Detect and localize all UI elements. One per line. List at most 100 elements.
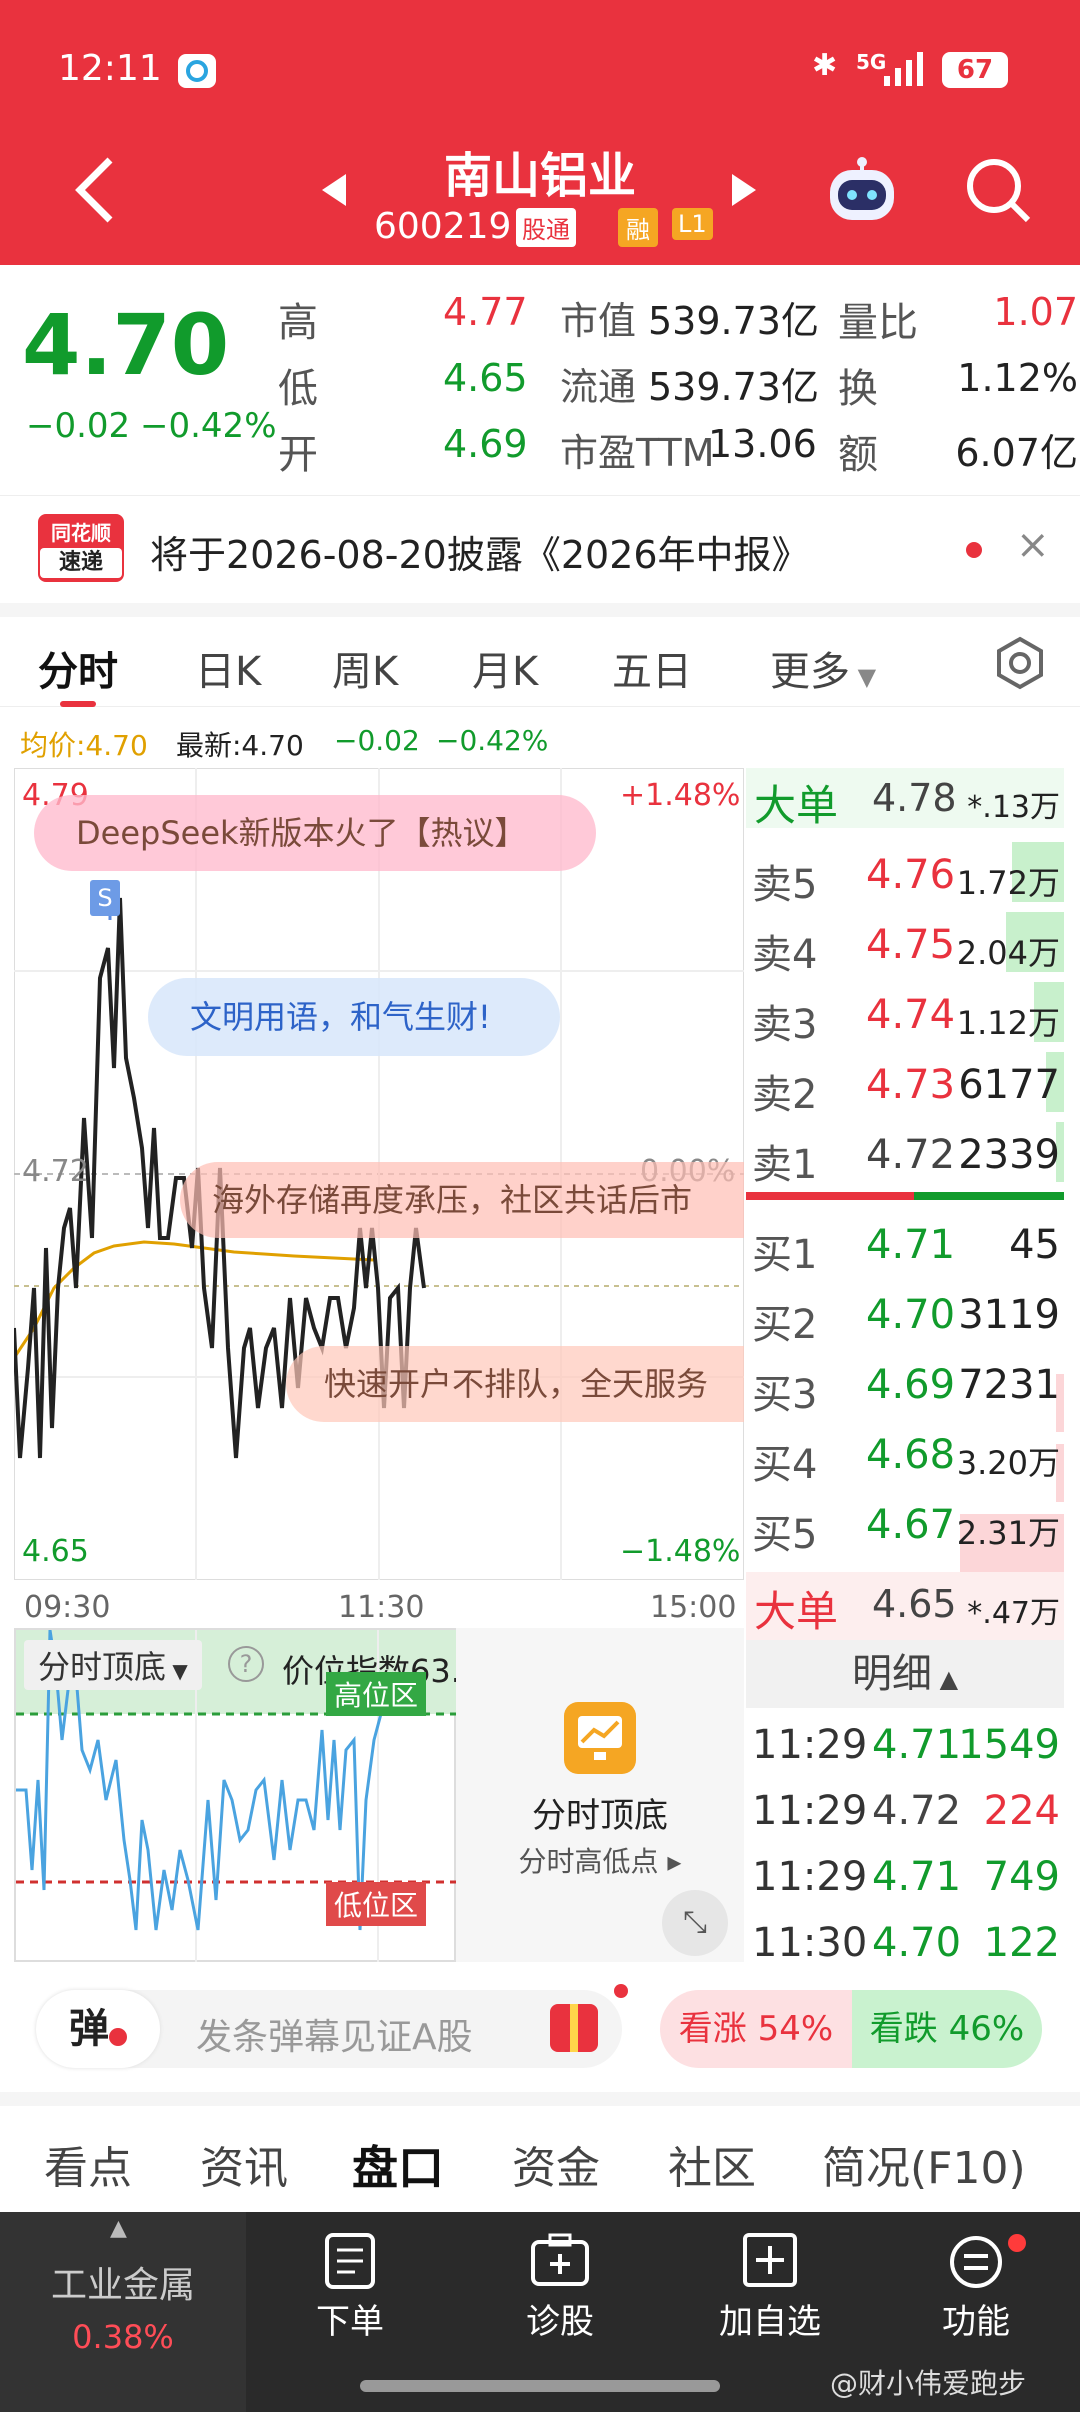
tab-capital[interactable]: 资金 [512,2132,600,2196]
barrage-toggle-icon[interactable]: 弹 [36,1990,160,2068]
tab-five-day[interactable]: 五日 [612,639,692,697]
trade-tick-row-v: 749 [983,1854,1060,1900]
status-time: 12:11 [58,48,162,89]
trade-tick-row-p: 4.72 [872,1788,962,1834]
robot-assistant-icon[interactable] [822,152,902,228]
sell-signal-marker[interactable]: S [90,880,120,916]
gift-icon[interactable] [550,2004,598,2052]
close-icon[interactable]: × [1016,522,1050,568]
buy-level-row[interactable]: 买4 4.68 3.20万 [746,1422,1064,1492]
level-badge: L1 [672,208,713,240]
bearish-vote-button[interactable]: 看跌 46% [852,1990,1042,2068]
sector-button[interactable]: ▲ 工业金属 0.38% [0,2212,246,2412]
sell-level-row-l: 卖2 [752,1072,818,1118]
sell-level-row[interactable]: 卖2 4.73 6177 [746,1052,1064,1122]
indicator-promo[interactable]: 分时顶底 分时高低点 ▸ ⤡ [456,1628,744,1962]
stat-label: 额 [838,432,878,478]
bluetooth-icon: ✱ [812,48,838,83]
notice-logo-line1: 同花顺 [51,521,111,545]
next-stock-icon[interactable] [730,170,760,210]
settings-icon[interactable] [992,635,1048,691]
help-icon[interactable]: ? [228,1646,264,1682]
sell-level-row-p: 4.73 [866,1062,956,1108]
high-zone-label: 高位区 [326,1672,427,1716]
stat-label: 量比 [838,300,918,346]
prev-stock-icon[interactable] [318,170,348,210]
big-order-label: 大单 [754,1587,839,1636]
buy-ratio-bar [914,1192,1064,1200]
buy-level-row-v: 2.31万 [956,1514,1060,1552]
caret-up-icon: ▲ [931,1665,959,1693]
buy-level-row[interactable]: 买3 4.69 7231 [746,1352,1064,1422]
trade-tick-row[interactable]: 11:29 4.71 1549 [746,1712,1064,1778]
stat-value: 1.07 [993,290,1078,334]
tab-order-book[interactable]: 盘口 [352,2132,444,2198]
tab-monthly-k[interactable]: 月K [472,639,538,697]
tab-weekly-k[interactable]: 周K [332,639,398,697]
detail-title: 明细 [851,1651,932,1697]
detail-tabs: 看点 资讯 盘口 资金 社区 简况(F10) [0,2106,1080,2212]
buy-level-row-v: 3.20万 [956,1444,1060,1482]
sector-change: 0.38% [72,2318,174,2356]
nav-diagnose[interactable]: 诊股 [500,2232,620,2343]
axis-low-pct: −1.48% [620,1534,741,1569]
active-tab-indicator [60,701,96,707]
app-header: 12:11 ✱ 5G 67 南山铝业 600219 股通 融 L1 [0,0,1080,265]
sell-level-row[interactable]: 卖4 4.75 2.04万 [746,912,1064,982]
buy-level-row[interactable]: 买2 4.70 3119 [746,1282,1064,1352]
tab-community[interactable]: 社区 [668,2132,756,2196]
notice-bar[interactable]: 同花顺 速递 将于2026-08-20披露《2026年中报》 × [0,495,1080,603]
sell-level-row[interactable]: 卖3 4.74 1.12万 [746,982,1064,1052]
big-order-price: 4.78 [872,776,957,820]
stat-label: 换 [838,366,878,412]
danmu-bubble[interactable]: 海外存储再度承压，社区共话后市 [180,1162,744,1238]
trade-tick-row-t: 11:30 [752,1920,868,1966]
big-order-bottom[interactable]: 大单 4.65 *.47万 [746,1572,1064,1640]
chart-tabs: 分时 日K 周K 月K 五日 更多 ▼ [0,617,1080,707]
notice-logo: 同花顺 速递 [38,514,124,582]
tab-news[interactable]: 资讯 [200,2132,288,2196]
nav-add-watchlist[interactable]: 加自选 [700,2232,840,2343]
sell-level-row-p: 4.74 [866,992,956,1038]
detail-header[interactable]: 明细 ▲ [746,1640,1064,1708]
tab-more[interactable]: 更多 ▼ [770,639,876,697]
stat-value: 4.69 [443,422,528,466]
tab-highlights[interactable]: 看点 [44,2132,132,2196]
stat-label: 开 [278,432,318,478]
danmu-bubble[interactable]: 文明用语，和气生财! [148,978,560,1056]
search-icon[interactable] [964,156,1034,226]
buy-level-row-v: 7231 [958,1362,1060,1408]
barrage-input[interactable]: 弹 发条弹幕见证A股 [36,1990,622,2068]
buy-level-row[interactable]: 买1 4.71 45 [746,1212,1064,1282]
big-order-label: 大单 [754,781,839,830]
notice-logo-line2: 速递 [40,548,122,578]
axis-high-pct: +1.48% [620,778,741,813]
sell-level-row-v: 6177 [958,1062,1060,1108]
indicator-selector[interactable]: 分时顶底 ▼ [24,1640,202,1690]
trade-tick-row-p: 4.70 [872,1920,962,1966]
back-icon[interactable] [70,150,120,230]
trade-tick-row[interactable]: 11:29 4.72 224 [746,1778,1064,1844]
stat-value: 539.73亿 [648,299,819,343]
big-order-price: 4.65 [872,1582,957,1626]
buy-level-row-l: 买3 [752,1372,818,1418]
tab-profile[interactable]: 简况(F10) [822,2132,1026,2196]
sell-level-row[interactable]: 卖1 4.72 2339 [746,1122,1064,1192]
home-indicator [360,2380,720,2392]
nav-order[interactable]: 下单 [290,2232,410,2343]
promo-title: 分时顶底 [532,1796,668,1836]
sell-level-row[interactable]: 卖5 4.76 1.72万 [746,842,1064,912]
danmu-bubble[interactable]: 快速开户不排队，全天服务 [286,1346,744,1422]
buy-level-row-p: 4.68 [866,1432,956,1478]
buy-level-row[interactable]: 买5 4.67 2.31万 [746,1492,1064,1562]
tab-intraday[interactable]: 分时 [38,639,118,697]
trade-tick-row[interactable]: 11:29 4.71 749 [746,1844,1064,1910]
big-order-top[interactable]: 大单 4.78 *.13万 [746,768,1064,830]
stat-value: 13.06 [708,422,817,466]
trade-tick-row-v: 122 [983,1920,1060,1966]
trade-tick-row-t: 11:29 [752,1854,868,1900]
bullish-vote-button[interactable]: 看涨 54% [660,1990,852,2068]
danmu-bubble[interactable]: DeepSeek新版本火了【热议】 [34,795,596,871]
expand-icon[interactable]: ⤡ [662,1890,728,1956]
tab-daily-k[interactable]: 日K [195,639,261,697]
